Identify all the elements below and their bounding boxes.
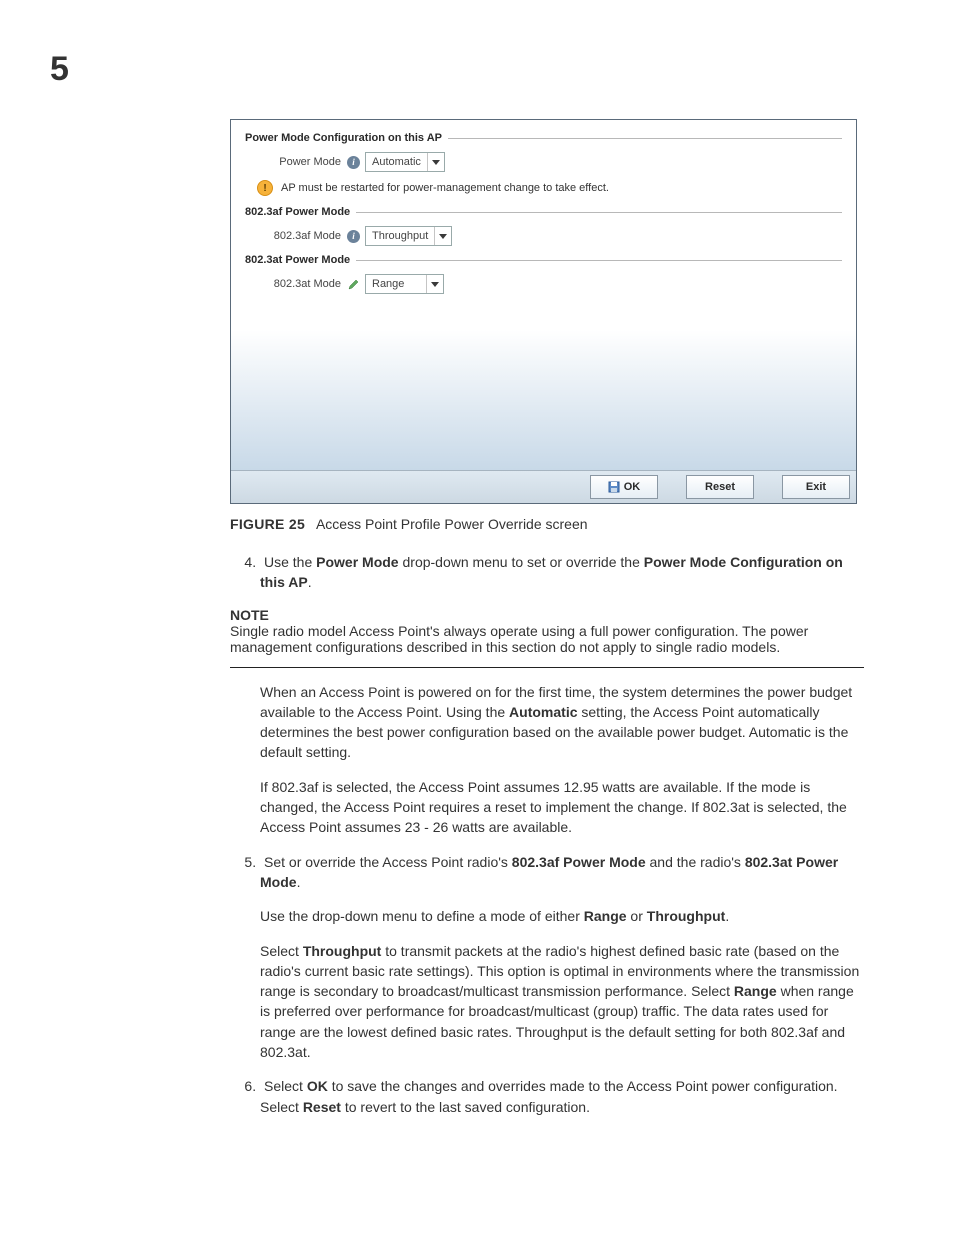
info-icon[interactable]: i [347, 230, 360, 243]
warning-text: AP must be restarted for power-managemen… [281, 182, 609, 194]
divider-line [356, 260, 842, 261]
at-mode-row: 802.3at Mode Range [263, 274, 842, 294]
pencil-icon[interactable] [347, 278, 360, 291]
power-mode-label: Power Mode [263, 156, 347, 168]
chapter-number: 5 [50, 50, 864, 89]
warning-row: ! AP must be restarted for power-managem… [257, 180, 842, 196]
section-title-8023af: 802.3af Power Mode [245, 206, 842, 218]
info-icon[interactable]: i [347, 156, 360, 169]
dropdown-value: Range [366, 275, 427, 293]
ok-button[interactable]: OK [590, 475, 658, 499]
step-4: Use the Power Mode drop-down menu to set… [260, 552, 864, 593]
chevron-down-icon [435, 234, 451, 239]
note-label: NOTE [230, 607, 864, 623]
section-title-text: 802.3at Power Mode [245, 254, 350, 266]
af-mode-label: 802.3af Mode [263, 230, 347, 242]
figure-title: Access Point Profile Power Override scre… [316, 516, 588, 532]
steps-list: Use the Power Mode drop-down menu to set… [230, 552, 864, 593]
divider-line [356, 212, 842, 213]
dropdown-value: Throughput [366, 227, 435, 245]
warning-icon: ! [257, 180, 273, 196]
step5-para-2: Select Throughput to transmit packets at… [260, 941, 864, 1063]
power-mode-dropdown[interactable]: Automatic [365, 152, 445, 172]
note-block: NOTE Single radio model Access Point's a… [230, 607, 864, 668]
chevron-down-icon [427, 282, 443, 287]
screenshot-panel: Power Mode Configuration on this AP Powe… [230, 119, 857, 504]
figure-caption: FIGURE 25 Access Point Profile Power Ove… [230, 516, 864, 532]
save-disk-icon [608, 481, 620, 493]
steps-list-5: Set or override the Access Point radio's… [230, 852, 864, 893]
section-title-text: 802.3af Power Mode [245, 206, 350, 218]
exit-button[interactable]: Exit [782, 475, 850, 499]
af-mode-dropdown[interactable]: Throughput [365, 226, 452, 246]
divider-line [448, 138, 842, 139]
power-mode-row: Power Mode i Automatic [263, 152, 842, 172]
section-title-power-mode-config: Power Mode Configuration on this AP [245, 132, 842, 144]
ok-button-label: OK [624, 481, 641, 493]
af-mode-row: 802.3af Mode i Throughput [263, 226, 842, 246]
figure-label: FIGURE 25 [230, 516, 305, 532]
reset-button[interactable]: Reset [686, 475, 754, 499]
step5-para-1: Use the drop-down menu to define a mode … [260, 906, 864, 926]
chevron-down-icon [428, 160, 444, 165]
at-mode-label: 802.3at Mode [263, 278, 347, 290]
step-5: Set or override the Access Point radio's… [260, 852, 864, 893]
screenshot-footer: OK Reset Exit [231, 470, 856, 503]
section-title-text: Power Mode Configuration on this AP [245, 132, 442, 144]
paragraph-automatic: When an Access Point is powered on for t… [260, 682, 864, 763]
paragraph-8023af: If 802.3af is selected, the Access Point… [260, 777, 864, 838]
section-title-8023at: 802.3at Power Mode [245, 254, 842, 266]
step-6: Select OK to save the changes and overri… [260, 1076, 864, 1117]
note-text: Single radio model Access Point's always… [230, 623, 864, 655]
at-mode-dropdown[interactable]: Range [365, 274, 444, 294]
steps-list-6: Select OK to save the changes and overri… [230, 1076, 864, 1117]
dropdown-value: Automatic [366, 153, 428, 171]
